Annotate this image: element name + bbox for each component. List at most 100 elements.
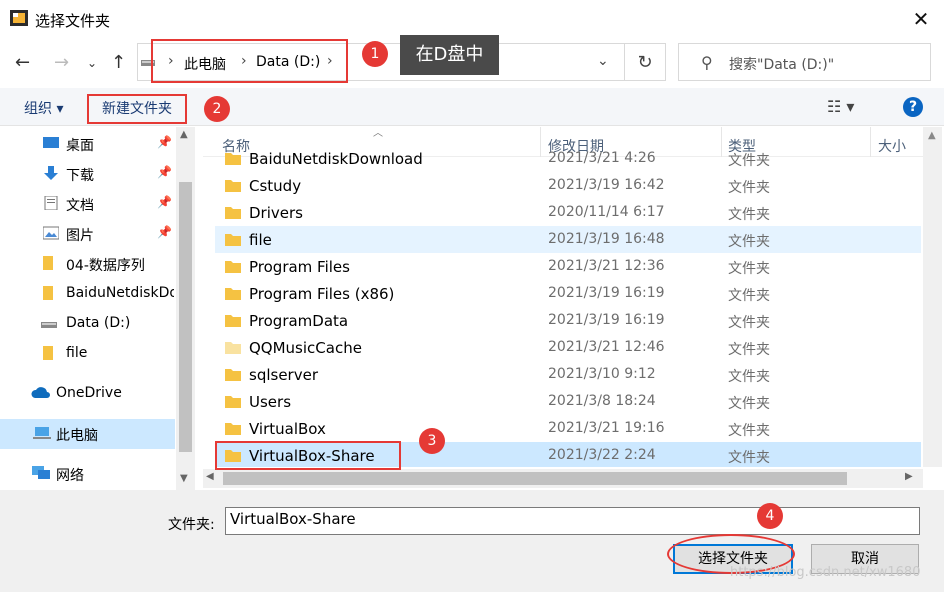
sidebar-item-data-drive[interactable]: Data (D:) (0, 309, 175, 339)
table-row[interactable]: Users 2021/3/8 18:24 文件夹 (215, 388, 921, 415)
file-date: 2021/3/21 4:26 (548, 150, 656, 166)
up-arrow-icon[interactable]: ↑ (111, 52, 126, 73)
sidebar-item-label: 桌面 (66, 138, 94, 154)
search-input[interactable]: 搜索"Data (D:)" (729, 54, 834, 74)
file-type: 文件夹 (728, 234, 770, 250)
sidebar-item-downloads[interactable]: 下载 📌 (0, 159, 175, 189)
recent-dropdown-icon[interactable]: ⌄ (87, 56, 97, 70)
scroll-up-icon[interactable]: ▲ (928, 130, 936, 141)
sort-ascending-icon: ︿ (373, 128, 383, 139)
forward-arrow-icon[interactable]: → (54, 52, 69, 73)
sidebar-item-label: Data (D:) (66, 315, 131, 331)
sidebar-item-label: file (66, 345, 88, 361)
folder-icon (225, 261, 241, 273)
table-row[interactable]: ProgramData 2021/3/19 16:19 文件夹 (215, 307, 921, 334)
annotation-callout: 在D盘中 (400, 35, 499, 75)
scroll-right-icon[interactable]: ▶ (905, 471, 913, 482)
cloud-icon (31, 387, 50, 398)
file-date: 2021/3/21 19:16 (548, 420, 665, 436)
sidebar-item-documents[interactable]: 文档 📌 (0, 189, 175, 219)
scroll-down-icon[interactable]: ▼ (180, 473, 188, 484)
table-row[interactable]: BaiduNetdiskDownload 2021/3/21 4:26 文件夹 (215, 145, 921, 172)
file-date: 2021/3/19 16:19 (548, 285, 665, 301)
table-row[interactable]: Program Files 2021/3/21 12:36 文件夹 (215, 253, 921, 280)
navigation-pane: 桌面 📌 下载 📌 文档 📌 图片 📌 04-数据序列 BaiduNetdisk… (0, 127, 195, 490)
scroll-up-icon[interactable]: ▲ (180, 129, 188, 140)
annotation-badge: 4 (757, 503, 783, 529)
folder-icon (225, 234, 241, 246)
refresh-icon[interactable]: ↻ (624, 43, 666, 81)
folder-icon (225, 153, 241, 165)
sidebar-item-pictures[interactable]: 图片 📌 (0, 219, 175, 249)
file-list-scrollbar[interactable]: ▲ (923, 127, 942, 467)
title-bar: 选择文件夹 ✕ (0, 0, 944, 38)
file-name: Users (249, 393, 292, 411)
pin-icon[interactable]: 📌 (157, 195, 172, 209)
file-name: Cstudy (249, 177, 302, 195)
table-row[interactable]: Program Files (x86) 2021/3/19 16:19 文件夹 (215, 280, 921, 307)
search-box[interactable]: ⚲ 搜索"Data (D:)" (678, 43, 931, 81)
file-type: 文件夹 (728, 315, 770, 331)
sidebar-item-label: OneDrive (56, 385, 122, 401)
scroll-left-icon[interactable]: ◀ (206, 471, 214, 482)
folder-icon (225, 396, 241, 408)
close-icon[interactable]: ✕ (898, 0, 944, 38)
pin-icon[interactable]: 📌 (157, 225, 172, 239)
sidebar-scrollbar[interactable]: ▲ ▼ (176, 127, 195, 490)
download-icon (44, 166, 58, 180)
annotation-badge: 2 (204, 96, 230, 122)
scrollbar-thumb[interactable] (179, 182, 192, 452)
view-options-icon[interactable]: ☷ ▾ (827, 97, 854, 116)
sidebar-item-network[interactable]: 网络 (0, 459, 175, 489)
document-icon (44, 196, 58, 210)
file-type: 文件夹 (728, 180, 770, 196)
file-date: 2021/3/8 18:24 (548, 393, 656, 409)
file-type: 文件夹 (728, 342, 770, 358)
pin-icon[interactable]: 📌 (157, 165, 172, 179)
file-name: Program Files (249, 258, 350, 276)
file-name: Drivers (249, 204, 303, 222)
organize-button[interactable]: 组织 ▾ (24, 98, 63, 118)
picture-icon (43, 226, 59, 240)
window-title: 选择文件夹 (35, 12, 111, 30)
sidebar-item-folder[interactable]: 04-数据序列 (0, 249, 175, 279)
pin-icon[interactable]: 📌 (157, 135, 172, 149)
sidebar-item-folder[interactable]: BaiduNetdiskDo (0, 279, 175, 309)
table-row[interactable]: Drivers 2020/11/14 6:17 文件夹 (215, 199, 921, 226)
file-type: 文件夹 (728, 369, 770, 385)
horizontal-scrollbar[interactable]: ◀ ▶ (203, 469, 923, 488)
folder-name-input[interactable]: VirtualBox-Share (225, 507, 920, 535)
computer-icon (33, 427, 51, 439)
folder-icon (225, 342, 241, 354)
annotation-badge: 3 (419, 428, 445, 454)
sidebar-item-label: 网络 (56, 468, 84, 484)
sidebar-item-folder[interactable]: file (0, 339, 175, 369)
sidebar-item-this-pc[interactable]: 此电脑 (0, 419, 175, 449)
sidebar-item-label: 下载 (66, 168, 94, 184)
table-row[interactable]: Cstudy 2021/3/19 16:42 文件夹 (215, 172, 921, 199)
file-name: QQMusicCache (249, 339, 362, 357)
file-type: 文件夹 (728, 207, 770, 223)
folder-icon (225, 207, 241, 219)
help-icon[interactable]: ? (903, 97, 923, 117)
search-icon: ⚲ (701, 53, 713, 72)
watermark: https://blog.csdn.net/xw1680 (730, 565, 921, 580)
annotation-box-new-folder (87, 94, 187, 124)
table-row[interactable]: VirtualBox 2021/3/21 19:16 文件夹 (215, 415, 921, 442)
file-name: file (249, 231, 272, 249)
file-name: VirtualBox (249, 420, 326, 438)
sidebar-item-label: BaiduNetdiskDo (66, 285, 174, 301)
file-list: ︿ 名称 修改日期 类型 大小 BaiduNetdiskDownload 202… (203, 127, 923, 467)
sidebar-item-desktop[interactable]: 桌面 📌 (0, 129, 175, 159)
address-dropdown-icon[interactable]: ⌄ (597, 53, 609, 69)
sidebar-item-onedrive[interactable]: OneDrive (0, 379, 175, 409)
table-row[interactable]: file 2021/3/19 16:48 文件夹 (215, 226, 921, 253)
table-row[interactable]: QQMusicCache 2021/3/21 12:46 文件夹 (215, 334, 921, 361)
folder-label: 文件夹: (168, 517, 215, 533)
back-arrow-icon[interactable]: ← (15, 52, 30, 73)
scrollbar-thumb[interactable] (223, 472, 847, 485)
file-date: 2021/3/10 9:12 (548, 366, 656, 382)
table-row[interactable]: sqlserver 2021/3/10 9:12 文件夹 (215, 361, 921, 388)
file-type: 文件夹 (728, 153, 770, 169)
app-icon (10, 10, 28, 26)
